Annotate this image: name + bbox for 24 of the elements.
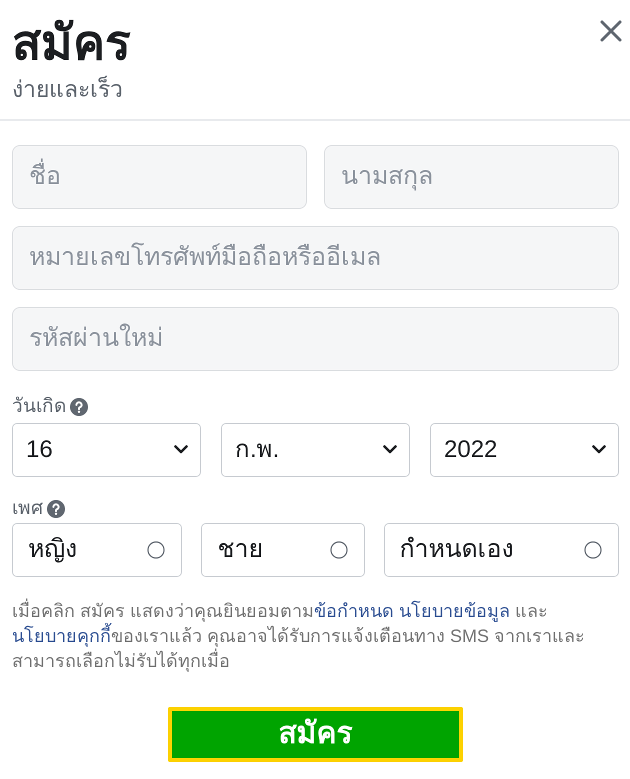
day-select[interactable]: 16 [12,422,201,477]
dialog-title: สมัคร [12,16,131,72]
terms-notice: เมื่อคลิก สมัคร แสดงว่าคุณยินยอมตามข้อกำหนด นโยบายข้อมูล และ นโยบายคุกกี้ของเราแล้ว คุณอาจได้รับการแจ้งเตือนทาง SMS จากเราและสามารถเลือกไม่รับได้ทุกเมื่อ [12,598,586,674]
gender-option[interactable]: หญิง [12,522,182,577]
chevron-down-icon [383,445,397,454]
help-icon [47,500,65,518]
help-icon [70,398,88,416]
close-icon [600,20,622,42]
gender-option[interactable]: ชาย [201,522,365,577]
month-select[interactable]: ก.พ. [221,422,410,477]
close-button[interactable] [600,20,622,42]
chevron-down-icon [174,445,188,454]
data-policy-link[interactable]: นโยบายข้อมูล [399,600,510,621]
new-password-field[interactable]: รหัสผ่านใหม่ [12,306,619,371]
first-name-field[interactable]: ชื่อ [12,144,307,209]
birthday-label: วันเกิด [12,396,66,417]
year-select[interactable]: 2022 [430,422,619,477]
gender-label: เพศ [12,498,43,519]
last-name-field[interactable]: นามสกุล [324,144,619,209]
chevron-down-icon [592,445,606,454]
terms-link[interactable]: ข้อกำหนด [314,600,394,621]
phone-or-email-field[interactable]: หมายเลขโทรศัพท์มือถือหรืออีเมล [12,226,619,290]
gender-option[interactable]: กำหนดเอง [384,522,619,577]
dialog-subtitle: ง่ายและเร็ว [12,74,124,103]
